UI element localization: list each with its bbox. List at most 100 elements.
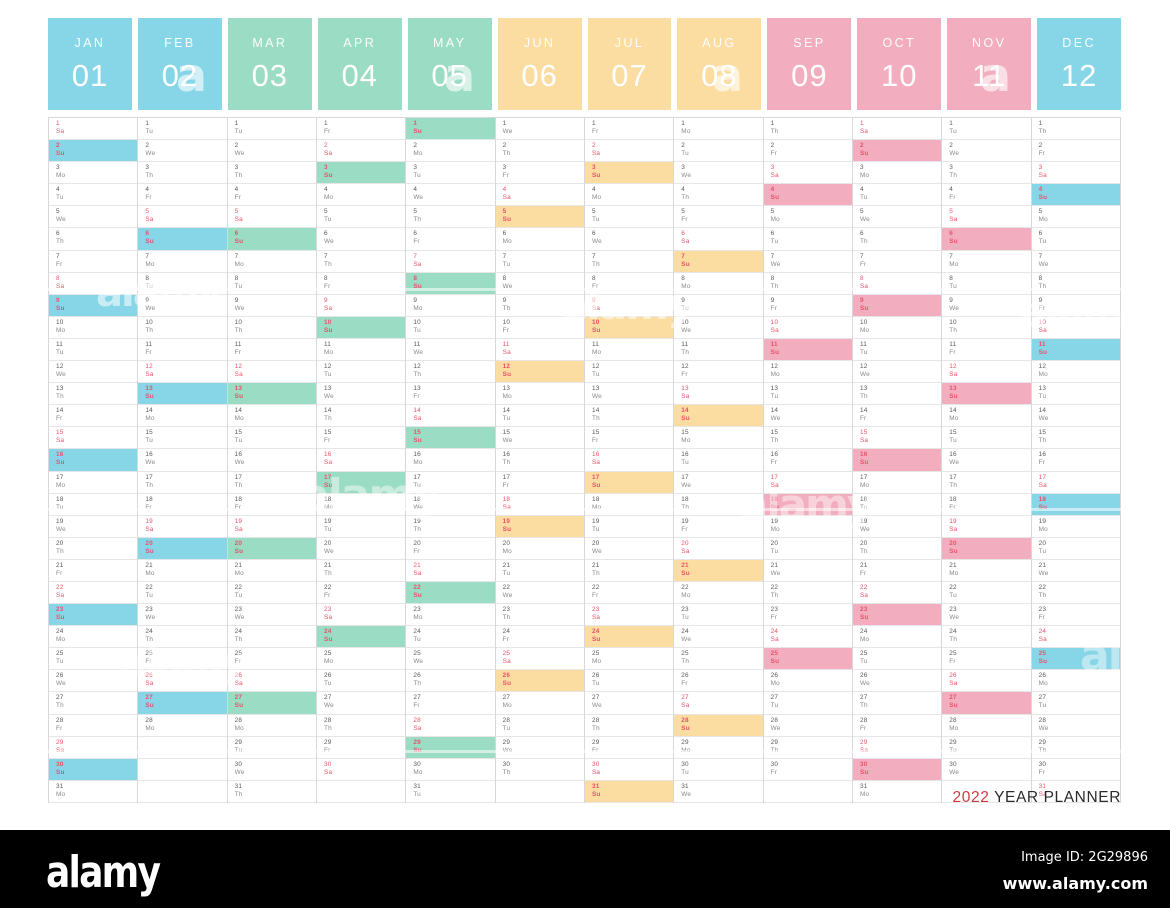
day-cell[interactable]: 12 Sa — [942, 361, 1031, 384]
day-cell[interactable]: 6 Mo — [495, 228, 584, 251]
day-cell[interactable]: 30 Su — [49, 758, 138, 781]
day-cell[interactable]: 28 Sa — [406, 715, 495, 737]
day-cell[interactable]: 12 Fr — [674, 361, 763, 384]
day-cell[interactable]: 3 We — [674, 162, 763, 185]
day-cell[interactable]: 10 Fr — [495, 317, 584, 339]
day-cell[interactable]: 4 We — [406, 184, 495, 207]
day-cell[interactable]: 6 We — [584, 228, 674, 251]
day-cell[interactable]: 22 Th — [763, 582, 852, 605]
day-cell[interactable]: 17 Mo — [852, 472, 942, 494]
month-card-jul[interactable]: JUL 07 — [587, 18, 672, 110]
day-cell[interactable]: 11 Tu — [852, 339, 942, 362]
day-cell[interactable]: 2 Su — [852, 140, 942, 163]
day-cell[interactable]: 16 We — [227, 449, 316, 472]
day-cell[interactable]: 6 Th — [49, 228, 138, 251]
day-cell[interactable]: 1 We — [495, 118, 584, 141]
day-cell[interactable]: 15 Sa — [49, 427, 138, 450]
day-cell[interactable]: 3 Sa — [763, 162, 852, 185]
day-cell[interactable]: 26 Sa — [227, 670, 316, 693]
day-cell[interactable]: 14 Tu — [495, 405, 584, 428]
day-cell[interactable]: 13 Th — [852, 383, 942, 406]
day-cell[interactable]: 26 Th — [406, 670, 495, 693]
day-cell[interactable]: 9 Fr — [763, 295, 852, 317]
day-cell[interactable]: 16 Fr — [763, 449, 852, 472]
day-cell[interactable]: 10 Mo — [852, 317, 942, 339]
day-cell[interactable]: 1 Tu — [138, 118, 227, 141]
day-cell[interactable]: 15 Th — [1031, 427, 1120, 450]
month-card-aug[interactable]: AUG 08 — [677, 18, 762, 110]
day-cell[interactable]: 1 Th — [1031, 118, 1120, 141]
day-cell[interactable]: 16 Su — [49, 449, 138, 472]
day-cell[interactable]: 19 We — [49, 516, 138, 538]
day-cell[interactable]: 2 Sa — [316, 140, 406, 163]
day-cell[interactable]: 17 Tu — [406, 472, 495, 494]
day-cell[interactable]: 30 Fr — [1031, 759, 1120, 781]
day-cell[interactable]: 22 Mo — [674, 582, 763, 605]
day-cell[interactable]: 18 Sa — [495, 494, 584, 516]
day-cell[interactable]: 25 Tu — [49, 648, 138, 671]
day-cell[interactable]: 29 Su — [406, 736, 495, 759]
day-cell[interactable]: 21 Su — [674, 559, 763, 582]
month-card-apr[interactable]: APR 04 — [317, 18, 402, 110]
day-cell[interactable]: 10 Sa — [1031, 317, 1120, 339]
day-cell[interactable]: 26 Tu — [316, 670, 406, 693]
day-cell[interactable]: 8 Tu — [227, 273, 316, 295]
day-cell[interactable]: 20 Su — [227, 537, 316, 560]
day-cell[interactable]: 19 Sa — [138, 516, 227, 538]
day-cell[interactable]: 12 Mo — [763, 361, 852, 384]
day-cell[interactable]: 14 Mo — [138, 405, 227, 428]
day-cell[interactable]: 21 Fr — [49, 560, 138, 582]
day-cell[interactable]: 27 We — [316, 692, 406, 715]
day-cell[interactable]: 12 Th — [406, 361, 495, 384]
day-cell[interactable]: 19 We — [852, 516, 942, 538]
day-cell[interactable]: 8 Fr — [584, 273, 674, 295]
day-cell[interactable]: 5 Tu — [584, 206, 674, 229]
day-cell[interactable]: 12 We — [852, 361, 942, 384]
day-cell[interactable]: 23 Sa — [316, 604, 406, 627]
day-cell[interactable]: 22 Sa — [49, 582, 138, 605]
day-cell[interactable]: 4 Fr — [227, 184, 316, 207]
day-cell[interactable]: 15 Sa — [852, 427, 942, 450]
day-cell[interactable]: 30 We — [942, 759, 1031, 781]
day-cell[interactable]: 31 We — [674, 781, 763, 803]
day-cell[interactable]: 3 Mo — [852, 162, 942, 185]
day-cell[interactable]: 3 Fr — [495, 162, 584, 185]
day-cell[interactable]: 17 Th — [942, 472, 1031, 494]
day-cell[interactable]: 6 Tu — [763, 228, 852, 251]
day-cell[interactable]: 3 Th — [138, 162, 227, 185]
day-cell[interactable]: 19 Mo — [1031, 516, 1120, 538]
day-cell[interactable]: 21 Mo — [227, 560, 316, 582]
day-cell[interactable]: 20 Th — [49, 538, 138, 560]
day-cell[interactable]: 27 Sa — [674, 692, 763, 715]
day-cell[interactable]: 29 Sa — [852, 737, 942, 759]
day-cell[interactable]: 11 Tu — [49, 339, 138, 362]
day-cell[interactable]: 29 Fr — [316, 737, 406, 759]
day-cell[interactable]: 21 We — [763, 560, 852, 582]
day-cell[interactable]: 26 Tu — [584, 670, 674, 693]
day-cell[interactable]: 28 Fr — [49, 715, 138, 737]
day-cell[interactable]: 29 We — [495, 737, 584, 759]
day-cell[interactable]: 4 Mo — [584, 184, 674, 207]
day-cell[interactable]: 29 Tu — [227, 737, 316, 759]
day-cell[interactable]: 14 Fr — [852, 405, 942, 428]
day-cell[interactable]: 28 Th — [316, 715, 406, 737]
day-cell[interactable]: 2 Fr — [1031, 140, 1120, 163]
day-cell[interactable]: 17 Su — [316, 471, 406, 494]
day-cell[interactable]: 24 Tu — [406, 626, 495, 649]
day-cell[interactable]: 2 Sa — [584, 140, 674, 163]
day-cell[interactable]: 8 We — [495, 273, 584, 295]
day-cell[interactable]: 12 Sa — [227, 361, 316, 384]
day-cell[interactable]: 13 Tu — [1031, 383, 1120, 406]
day-cell[interactable]: 25 We — [406, 648, 495, 671]
day-cell[interactable]: 1 Fr — [584, 118, 674, 141]
day-cell[interactable]: 21 Sa — [406, 560, 495, 582]
day-cell[interactable]: 2 We — [942, 140, 1031, 163]
day-cell[interactable]: 10 Su — [316, 316, 406, 339]
day-cell[interactable]: 28 Th — [584, 715, 674, 737]
day-cell[interactable]: 25 Sa — [495, 648, 584, 671]
day-cell[interactable]: 14 We — [763, 405, 852, 428]
day-cell[interactable]: 5 Sa — [227, 206, 316, 229]
day-cell[interactable]: 29 Th — [763, 737, 852, 759]
day-cell[interactable]: 31 Su — [584, 780, 674, 803]
day-cell[interactable]: 28 We — [1031, 715, 1120, 737]
